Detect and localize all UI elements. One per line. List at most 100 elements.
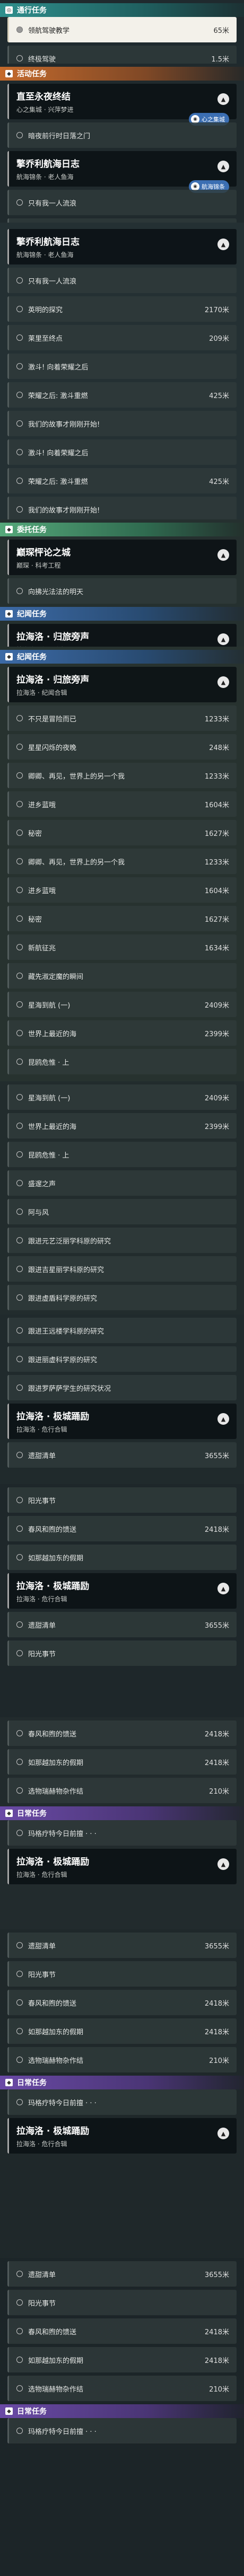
quest-card[interactable]: 拉海洛 · 极城踊励 拉海洛 · 危行合辑 ▲ bbox=[7, 1849, 237, 1884]
quest-step-row[interactable]: 玛格疗特今日前擅 · · · bbox=[7, 2418, 237, 2443]
quest-step-row[interactable]: 终极驾驶 1.5米 bbox=[7, 46, 237, 64]
section-header-chronicle[interactable]: ◆ 纪闻任务 bbox=[0, 607, 244, 621]
quest-step-row[interactable]: 阳光事节 bbox=[7, 1640, 237, 1666]
quest-step-row[interactable]: 跟进吉星丽学科原的研究 bbox=[7, 1256, 237, 1282]
quest-step-row[interactable]: 阳光事节 bbox=[7, 2290, 237, 2315]
quest-card[interactable]: 拉海洛 · 归旅旁声拉海洛 · 纪闻合辑▲ bbox=[7, 667, 237, 702]
section-header-daily-2[interactable]: ◆ 日常任务 bbox=[0, 2076, 244, 2089]
quest-step-row[interactable]: 莱里至终点 209米 bbox=[7, 325, 237, 350]
quest-step-row[interactable]: 暗夜前行时日落之门 bbox=[7, 122, 237, 148]
collapse-chevron-icon[interactable]: ▲ bbox=[217, 1583, 229, 1594]
collapse-chevron-icon[interactable]: ▲ bbox=[217, 1858, 229, 1870]
quest-title: 拉海洛 · 极城踊励 bbox=[16, 2126, 90, 2137]
quest-step-row[interactable]: 只有我一人流浪 bbox=[7, 268, 237, 293]
quest-step-row[interactable]: 阳光事节 bbox=[7, 1961, 237, 1987]
distance-label: 210米 bbox=[209, 2057, 229, 2065]
collapse-chevron-icon[interactable]: ▲ bbox=[217, 549, 229, 561]
step-status-icon bbox=[16, 2385, 23, 2392]
quest-step-row[interactable]: 玛格疗特今日前擅 · · · bbox=[7, 1820, 237, 1846]
quest-step-row[interactable]: 星海到航 (一) 2409米 bbox=[7, 992, 237, 1017]
quest-step-row[interactable]: 秘密 1627米 bbox=[7, 820, 237, 845]
section-header-daily[interactable]: ◆ 日常任务 bbox=[0, 1806, 244, 1820]
step-status-icon bbox=[16, 1327, 23, 1334]
quest-step-row[interactable]: 阳光事节 bbox=[7, 1487, 237, 1513]
quest-step-row[interactable]: 星星闪烁的夜晚 248米 bbox=[7, 734, 237, 760]
quest-step-row[interactable]: 激斗! 向着荣耀之后 bbox=[7, 354, 237, 379]
quest-card[interactable]: 拉海洛 · 极城踊励 拉海洛 · 危行合辑 ▲ bbox=[7, 1573, 237, 1609]
quest-step-row[interactable]: 新航征兆 1634米 bbox=[7, 934, 237, 960]
quest-step-row[interactable]: 春风和煦的馈送 2418米 bbox=[7, 2318, 237, 2344]
section-header-daily-3[interactable]: ◆ 日常任务 bbox=[0, 2404, 244, 2418]
step-status-icon bbox=[16, 420, 23, 427]
quest-step-row[interactable]: 我们的故事才刚刚开始! bbox=[7, 497, 237, 519]
quest-step-row[interactable]: 遗甜清单 3655米 bbox=[7, 2261, 237, 2287]
distance-label: 2409米 bbox=[204, 1001, 229, 1010]
collapse-chevron-icon[interactable]: ▲ bbox=[217, 161, 229, 172]
quest-step-row[interactable]: 阿与风 bbox=[7, 1199, 237, 1224]
quest-step-row[interactable]: 选物瑞赫物杂作结 210米 bbox=[7, 2047, 237, 2072]
quest-step-row[interactable]: 卿卿、再见，世界上的另一个我 1233米 bbox=[7, 763, 237, 788]
quest-card[interactable]: 擎乔利航海日志 航海锦条 · 老人鱼海 ▲ bbox=[7, 229, 237, 264]
quest-step-row[interactable]: 如那越加东的假期 2418米 bbox=[7, 2347, 237, 2372]
quest-step-row[interactable]: 春风和煦的馈送 2418米 bbox=[7, 1516, 237, 1541]
quest-step-row[interactable]: 跟进元艺泛丽学科原的研究 bbox=[7, 1228, 237, 1253]
quest-step-row[interactable]: 世界上最近的海 2399米 bbox=[7, 1020, 237, 1046]
quest-step-row[interactable]: 选物瑞赫物杂作结 210米 bbox=[7, 2376, 237, 2401]
quest-step-row[interactable]: 不只是冒险而已 1233米 bbox=[7, 705, 237, 731]
collapse-chevron-icon[interactable]: ▲ bbox=[217, 1413, 229, 1425]
quest-step-row[interactable]: 盛邃之声 bbox=[7, 1170, 237, 1196]
quest-step-row[interactable]: 只有我一人流浪 bbox=[7, 190, 237, 215]
quest-step-row[interactable]: 进乡蓝哦 1604米 bbox=[7, 877, 237, 903]
quest-card[interactable]: 拉海洛 · 归旅旁声拉海洛 · 纪闻合辑▲ bbox=[7, 624, 237, 647]
quest-step-row[interactable]: 遗甜清单 3655米 bbox=[7, 1933, 237, 1958]
step-status-icon bbox=[16, 801, 23, 807]
quest-step-row[interactable]: 昆鸥危惟 · 上 bbox=[7, 1142, 237, 1167]
quest-step-row[interactable]: 昆鸥危惟 · 上 bbox=[7, 1049, 237, 1074]
quest-step-row[interactable]: 世界上最近的海 2399米 bbox=[7, 1113, 237, 1139]
step-status-icon bbox=[16, 2099, 23, 2105]
quest-card[interactable]: 拉海洛 · 极城踊励 拉海洛 · 危行合辑 ▲ bbox=[7, 2118, 237, 2154]
section-header-event[interactable]: ◆ 活动任务 bbox=[0, 67, 244, 81]
quest-step-row[interactable]: 如那越加东的假期 bbox=[7, 1545, 237, 1570]
quest-step-row[interactable]: 跟进丽虚科学原的研究 bbox=[7, 1346, 237, 1372]
quest-step-row[interactable]: 荣耀之后: 激斗重燃 425米 bbox=[7, 468, 237, 493]
quest-step-row[interactable]: 跟进虚盾科学原的研究 bbox=[7, 1285, 237, 1310]
section-header-commission[interactable]: ◆ 委托任务 bbox=[0, 523, 244, 536]
quest-card[interactable]: 拉海洛 · 极城踊励 拉海洛 · 危行合辑 ▲ bbox=[7, 1404, 237, 1439]
quest-step-row[interactable]: 荣耀之后: 激斗重燃 425米 bbox=[7, 382, 237, 408]
collapse-chevron-icon[interactable]: ▲ bbox=[217, 239, 229, 250]
quest-step-row[interactable]: 卿卿、再见，世界上的另一个我 1233米 bbox=[7, 849, 237, 874]
collapse-chevron-icon[interactable]: ▲ bbox=[217, 633, 229, 645]
quest-step-row[interactable]: 如那越加东的假期 2418米 bbox=[7, 1749, 237, 1775]
quest-step-row[interactable]: 我们的故事才刚刚开始! bbox=[7, 411, 237, 436]
section-header-pass[interactable]: ◎ 通行任务 bbox=[0, 3, 244, 17]
quest-step-row[interactable]: 遗甜清单 3655米 bbox=[7, 1442, 237, 1468]
quest-card[interactable]: 直至永夜终结 心之集城 · 兴萍梦进 ▲ ◉ 心之集城 bbox=[7, 84, 237, 126]
quest-step-row[interactable]: 向拂光法法的明天 bbox=[7, 578, 237, 604]
quest-step-row[interactable]: 藏先淑定魔的瞬间 bbox=[7, 963, 237, 989]
quest-step-row[interactable]: 跟进罗萨萨学生的研究状况 bbox=[7, 1375, 237, 1400]
quest-card[interactable]: 巅琛怦论之城 巅琛 · 科考工程 ▲ bbox=[7, 540, 237, 575]
quest-step-row[interactable]: 遗甜清单 3655米 bbox=[7, 1612, 237, 1637]
quest-step-row[interactable]: 跟进王远楼学科原的研究 bbox=[7, 1318, 237, 1343]
quest-step-row[interactable]: 如那越加东的假期 2418米 bbox=[7, 2018, 237, 2044]
collapse-chevron-icon[interactable]: ▲ bbox=[217, 2128, 229, 2139]
quest-step-row[interactable]: 激斗! 向着荣耀之后 bbox=[7, 439, 237, 465]
collapse-chevron-icon[interactable]: ▲ bbox=[217, 93, 229, 105]
quest-step-label: 如那越加东的假期 bbox=[28, 2357, 84, 2365]
quest-step-row[interactable]: 春风和煦的馈送 2418米 bbox=[7, 1990, 237, 2015]
quest-card[interactable]: 擎乔利航海日志 航海锦条 · 老人鱼海 ▲ ◉ 航海锦条 bbox=[7, 151, 237, 193]
quest-step-row[interactable]: 领航驾驶教学 65米 bbox=[7, 17, 237, 42]
section-header-chronicle-2[interactable]: ◆ 纪闻任务 bbox=[0, 650, 244, 664]
quest-step-row[interactable]: 进乡蓝哦 1604米 bbox=[7, 791, 237, 817]
quest-step-row[interactable]: 英明的探究 2170米 bbox=[7, 296, 237, 322]
quest-step-row[interactable]: 选物瑞赫物杂作结 210米 bbox=[7, 1778, 237, 1803]
quest-step-row[interactable]: 秘密 1627米 bbox=[7, 906, 237, 931]
quest-step-row[interactable]: 星海到航 (一) 2409米 bbox=[7, 1084, 237, 1110]
quest-step-row[interactable]: 春风和煦的馈送 2418米 bbox=[7, 1721, 237, 1746]
quest-step-row[interactable]: 玛格疗特今日前擅 · · · bbox=[7, 2089, 237, 2115]
collapse-chevron-icon[interactable]: ▲ bbox=[217, 676, 229, 688]
section-label: 纪闻任务 bbox=[17, 610, 47, 619]
quest-step-row[interactable]: 暗夜前行时日落之门 bbox=[7, 218, 237, 223]
distance-label: 210米 bbox=[209, 2385, 229, 2394]
